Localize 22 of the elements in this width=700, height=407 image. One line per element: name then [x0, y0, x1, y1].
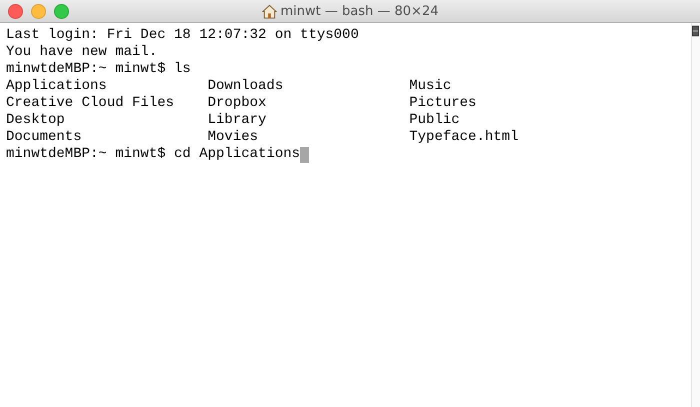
file-name: Creative Cloud Files — [6, 95, 174, 112]
house-icon — [262, 4, 276, 18]
close-button[interactable] — [8, 4, 23, 19]
file-name: Documents — [6, 129, 82, 146]
file-name: Movies — [208, 129, 258, 146]
file-name: Desktop — [6, 112, 65, 129]
terminal-line: minwtdeMBP:~ minwt$ cd Applications — [6, 146, 300, 163]
terminal-line: minwtdeMBP:~ minwt$ ls — [6, 61, 191, 78]
split-pane-icon[interactable] — [692, 25, 699, 37]
minimize-button[interactable] — [31, 4, 46, 19]
terminal-line: You have new mail. — [6, 44, 158, 61]
file-name: Library — [208, 112, 266, 129]
file-name: Music — [409, 78, 452, 95]
window-title: minwt — bash — 80×24 — [280, 4, 438, 18]
file-name: Public — [409, 112, 460, 129]
file-name: Typeface.html — [409, 129, 518, 146]
file-name: Downloads — [208, 78, 284, 95]
terminal-line: Last login: Fri Dec 18 12:07:32 on ttys000 — [6, 27, 359, 44]
file-name: Dropbox — [208, 95, 266, 112]
zoom-button[interactable] — [54, 4, 69, 19]
file-name: Pictures — [409, 95, 476, 112]
file-name: Applications — [6, 78, 107, 95]
